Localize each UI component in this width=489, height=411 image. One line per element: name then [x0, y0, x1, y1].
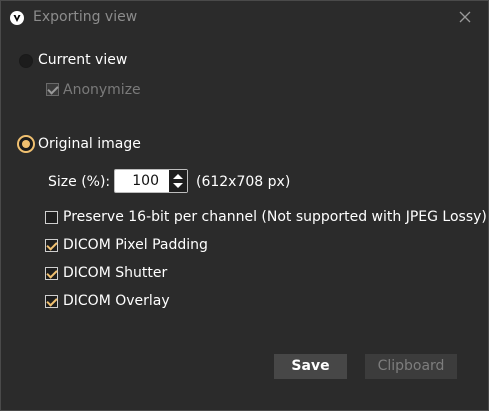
current-view-radio[interactable]: [19, 54, 33, 68]
spin-buttons[interactable]: [169, 170, 187, 192]
preserve-16bit-checkbox[interactable]: [45, 211, 58, 224]
spin-down-icon[interactable]: [173, 183, 183, 188]
size-dimensions: (612x708 px): [196, 174, 291, 190]
size-label: Size (%):: [48, 174, 111, 190]
clipboard-button[interactable]: Clipboard: [365, 354, 457, 379]
anonymize-checkbox[interactable]: [46, 83, 59, 96]
save-button[interactable]: Save: [274, 354, 347, 379]
dicom-pixel-padding-checkbox[interactable]: [45, 239, 58, 252]
size-input[interactable]: [115, 170, 163, 192]
title-bar: Exporting view: [1, 1, 488, 33]
dicom-overlay-label[interactable]: DICOM Overlay: [63, 292, 170, 310]
export-dialog: Exporting view Current view Anonymize Or…: [0, 0, 489, 411]
close-icon[interactable]: [458, 10, 472, 24]
app-logo-icon: [10, 11, 24, 25]
dicom-shutter-label[interactable]: DICOM Shutter: [63, 264, 167, 282]
dicom-pixel-padding-label[interactable]: DICOM Pixel Padding: [63, 236, 208, 254]
window-title: Exporting view: [33, 9, 138, 25]
current-view-label[interactable]: Current view: [38, 51, 127, 69]
size-spinbox[interactable]: [114, 169, 188, 193]
original-image-radio[interactable]: [17, 135, 35, 153]
dicom-overlay-checkbox[interactable]: [45, 295, 58, 308]
preserve-16bit-label[interactable]: Preserve 16-bit per channel (Not support…: [63, 208, 487, 226]
spin-up-icon[interactable]: [173, 174, 183, 179]
anonymize-label: Anonymize: [63, 82, 141, 98]
original-image-label[interactable]: Original image: [38, 135, 141, 153]
dicom-shutter-checkbox[interactable]: [45, 267, 58, 280]
